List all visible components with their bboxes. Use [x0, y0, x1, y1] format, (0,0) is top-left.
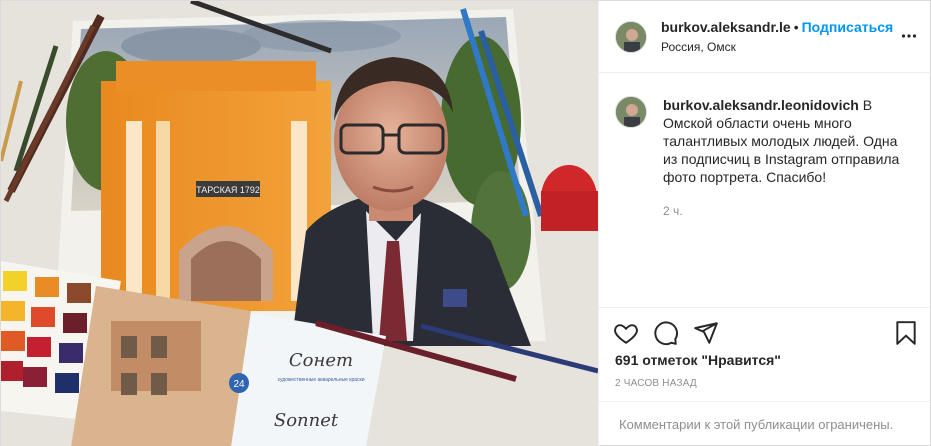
- caption-author-avatar[interactable]: [615, 96, 647, 128]
- box-brand-sub-text: художественные акварельные краски: [277, 377, 364, 383]
- action-bar: [599, 307, 931, 357]
- street-sign-text: ТАРСКАЯ 1792: [196, 185, 260, 195]
- post-dialog: ТАРСКАЯ 1792 24 Сонет художественные акв…: [0, 0, 931, 446]
- author-avatar[interactable]: [615, 20, 647, 53]
- box-brand-text: Сонет: [289, 350, 353, 371]
- post-photo[interactable]: ТАРСКАЯ 1792 24 Сонет художественные акв…: [1, 1, 598, 446]
- more-horizontal-icon[interactable]: [901, 28, 917, 44]
- caption-author-link[interactable]: burkov.aleksandr.leonidovich: [663, 97, 859, 113]
- heart-icon[interactable]: [613, 320, 639, 346]
- likes-count[interactable]: 691 отметок "Нравится": [615, 352, 781, 368]
- follow-button[interactable]: Подписаться: [802, 19, 894, 35]
- box-count-text: 24: [233, 379, 245, 390]
- post-header: burkov.aleksandr.le • Подписаться Россия, …: [599, 1, 931, 73]
- location-link[interactable]: Россия, Омск: [661, 37, 893, 57]
- comments-footer: Комментарии к этой публикации ограничены…: [599, 401, 931, 446]
- author-username-link[interactable]: burkov.aleksandr.le: [661, 19, 791, 35]
- post-timestamp[interactable]: 2 часов назад: [615, 378, 697, 389]
- comment-icon[interactable]: [653, 320, 679, 346]
- box-brand-latin-text: Sonnet: [274, 410, 339, 431]
- caption-text: burkov.aleksandr.leonidovich В Омской об…: [663, 96, 905, 186]
- comments-disabled-notice: Комментарии к этой публикации ограничены…: [619, 417, 894, 432]
- separator-dot: •: [793, 18, 799, 35]
- post-side-panel: burkov.aleksandr.le • Подписаться Россия, …: [598, 1, 931, 446]
- caption-block: burkov.aleksandr.leonidovich В Омской об…: [615, 96, 915, 220]
- caption-time[interactable]: 2 ч.: [663, 202, 905, 220]
- share-icon[interactable]: [693, 320, 719, 346]
- portrait-artwork-image: ТАРСКАЯ 1792 24 Сонет художественные акв…: [1, 1, 598, 446]
- bookmark-icon[interactable]: [893, 320, 919, 346]
